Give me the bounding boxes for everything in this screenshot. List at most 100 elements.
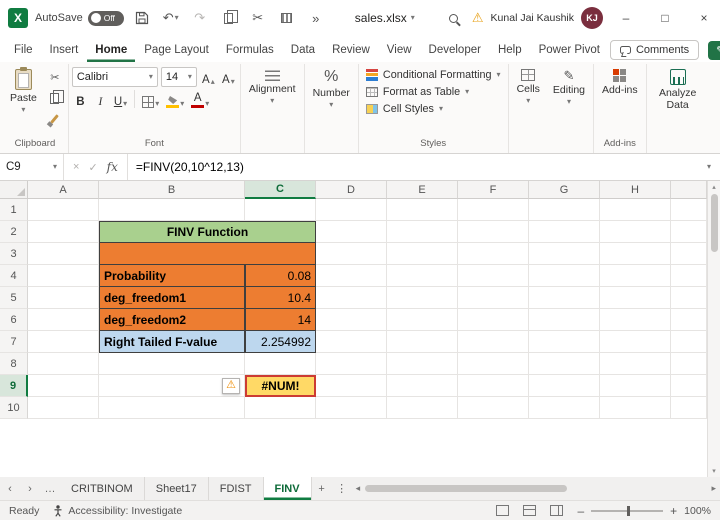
formula-input[interactable]: =FINV(20,10^12,13) xyxy=(128,154,698,180)
cell[interactable] xyxy=(529,375,600,397)
cell[interactable] xyxy=(316,199,387,221)
maximize-button[interactable]: □ xyxy=(649,0,681,36)
sheet-nav-left-icon[interactable]: ‹ xyxy=(0,477,20,500)
cell[interactable] xyxy=(28,265,99,287)
cell-b4-label[interactable]: Probability xyxy=(99,265,245,287)
cell[interactable] xyxy=(387,199,458,221)
cell[interactable] xyxy=(28,397,99,419)
tab-power-pivot[interactable]: Power Pivot xyxy=(531,40,608,62)
cell[interactable] xyxy=(600,265,671,287)
cell[interactable] xyxy=(28,287,99,309)
cell[interactable] xyxy=(529,265,600,287)
cut-button[interactable]: ✂ xyxy=(247,6,269,30)
redo-button[interactable]: ↷ xyxy=(189,6,211,30)
row-header-4[interactable]: 4 xyxy=(0,265,28,287)
copy-button[interactable] xyxy=(45,89,65,107)
cell[interactable] xyxy=(458,287,529,309)
cell[interactable] xyxy=(529,397,600,419)
cell[interactable] xyxy=(387,265,458,287)
cell[interactable] xyxy=(529,243,600,265)
zoom-thumb[interactable] xyxy=(627,505,631,516)
cells-button[interactable]: Cells ▾ xyxy=(512,65,545,109)
col-header-h[interactable]: H xyxy=(600,181,671,199)
row-header-1[interactable]: 1 xyxy=(0,199,28,221)
cell[interactable] xyxy=(458,309,529,331)
cell-b7-label[interactable]: Right Tailed F-value xyxy=(99,331,245,353)
cell[interactable] xyxy=(671,265,707,287)
cell[interactable] xyxy=(671,331,707,353)
analyze-data-button[interactable]: Analyze Data xyxy=(650,65,706,115)
row-header-6[interactable]: 6 xyxy=(0,309,28,331)
cell[interactable] xyxy=(600,375,671,397)
cell[interactable] xyxy=(28,331,99,353)
cell[interactable] xyxy=(600,331,671,353)
editing-mode-button[interactable]: ✎ ▾ xyxy=(708,41,720,60)
cell[interactable] xyxy=(316,309,387,331)
user-avatar[interactable]: KJ xyxy=(581,7,604,29)
cell[interactable] xyxy=(28,353,99,375)
format-as-table-button[interactable]: Format as Table ▾ xyxy=(362,84,505,100)
tab-file[interactable]: File xyxy=(6,40,41,62)
cell[interactable] xyxy=(316,243,387,265)
tab-help[interactable]: Help xyxy=(490,40,530,62)
decrease-font-button[interactable]: A ▾ xyxy=(220,68,237,86)
cell-b9[interactable]: ⚠ xyxy=(99,375,245,397)
zoom-level[interactable]: 100% xyxy=(684,505,711,517)
cell[interactable] xyxy=(316,331,387,353)
cell[interactable] xyxy=(458,221,529,243)
cell[interactable] xyxy=(387,375,458,397)
new-sheet-button[interactable]: + xyxy=(312,477,332,500)
scroll-up-icon[interactable]: ▴ xyxy=(712,183,716,191)
cell[interactable] xyxy=(387,243,458,265)
cell[interactable] xyxy=(671,287,707,309)
autosave-toggle[interactable]: Off xyxy=(87,10,124,26)
grid-blank-area[interactable] xyxy=(0,419,707,477)
sheet-more-icon[interactable]: … xyxy=(40,477,60,500)
cell[interactable] xyxy=(28,309,99,331)
vertical-scroll-thumb[interactable] xyxy=(710,194,718,252)
col-header-g[interactable]: G xyxy=(529,181,600,199)
cell-c4-value[interactable]: 0.08 xyxy=(245,265,316,287)
font-size-select[interactable]: 14 ▾ xyxy=(160,67,197,87)
font-name-select[interactable]: Calibri ▾ xyxy=(71,67,158,87)
cell-b6-label[interactable]: deg_freedom2 xyxy=(99,309,245,331)
cell[interactable] xyxy=(600,243,671,265)
tab-page-layout[interactable]: Page Layout xyxy=(136,40,217,62)
sheet-tab-finv[interactable]: FINV xyxy=(263,477,312,500)
minimize-button[interactable]: – xyxy=(610,0,642,36)
increase-font-button[interactable]: A ▴ xyxy=(200,68,217,86)
cell[interactable] xyxy=(458,353,529,375)
cell-b3-blank[interactable] xyxy=(99,243,316,265)
cell[interactable] xyxy=(99,353,245,375)
sheet-nav-right-icon[interactable]: › xyxy=(20,477,40,500)
cell[interactable] xyxy=(529,199,600,221)
quick-access-overflow-button[interactable]: » xyxy=(305,6,327,30)
editing-button[interactable]: ✎ Editing ▾ xyxy=(548,65,590,110)
tab-developer[interactable]: Developer xyxy=(421,40,489,62)
sheet-options-icon[interactable]: ⋮ xyxy=(332,477,352,500)
row-header-10[interactable]: 10 xyxy=(0,397,28,419)
cell[interactable] xyxy=(387,397,458,419)
insert-function-button[interactable]: fx xyxy=(107,160,118,174)
row-header-3[interactable]: 3 xyxy=(0,243,28,265)
cell[interactable] xyxy=(316,221,387,243)
cell[interactable] xyxy=(316,397,387,419)
zoom-out-button[interactable]: – xyxy=(577,504,584,518)
name-box[interactable]: C9 ▾ xyxy=(0,154,64,180)
row-header-9[interactable]: 9 xyxy=(0,375,28,397)
cell[interactable] xyxy=(316,375,387,397)
cell[interactable] xyxy=(458,243,529,265)
zoom-slider[interactable] xyxy=(591,505,664,516)
cell[interactable] xyxy=(671,199,707,221)
enter-button[interactable]: ✓ xyxy=(88,161,97,174)
cell-c6-value[interactable]: 14 xyxy=(245,309,316,331)
search-button[interactable] xyxy=(443,6,465,30)
cell[interactable] xyxy=(316,287,387,309)
col-header-d[interactable]: D xyxy=(316,181,387,199)
normal-view-icon[interactable] xyxy=(496,505,510,516)
quick-access-chart-button[interactable] xyxy=(276,6,298,30)
font-color-button[interactable]: A ▾ xyxy=(189,90,211,108)
save-button[interactable] xyxy=(131,6,153,30)
cell[interactable] xyxy=(458,331,529,353)
cell[interactable] xyxy=(600,309,671,331)
